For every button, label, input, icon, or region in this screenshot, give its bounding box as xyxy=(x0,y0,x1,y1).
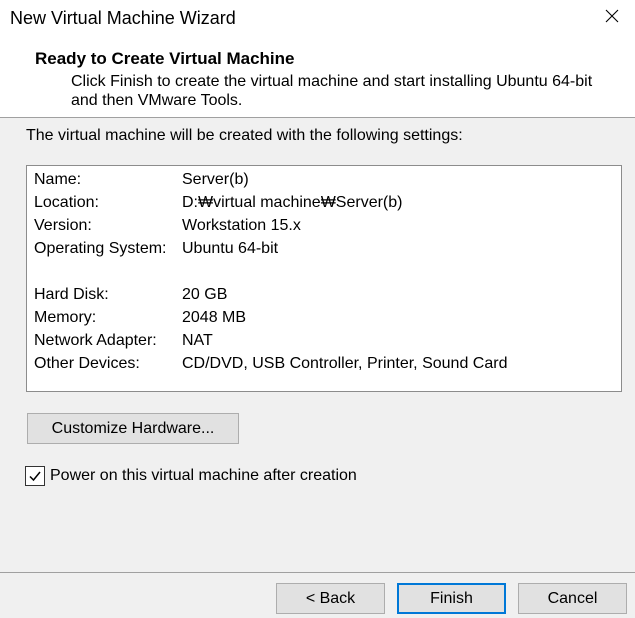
wizard-body: The virtual machine will be created with… xyxy=(0,118,635,572)
setting-value: NAT xyxy=(182,332,213,349)
page-description-line: Click Finish to create the virtual machi… xyxy=(71,73,593,90)
cancel-button[interactable]: Cancel xyxy=(518,583,627,614)
wizard-header: Ready to Create Virtual Machine Click Fi… xyxy=(0,38,635,117)
page-description: Click Finish to create the virtual machi… xyxy=(71,72,592,110)
setting-label: Name: xyxy=(34,171,82,188)
setting-value: Workstation 15.x xyxy=(182,217,301,234)
power-on-checkbox[interactable] xyxy=(25,466,45,486)
setting-label: Other Devices: xyxy=(34,355,140,372)
setting-value: D:₩virtual machine₩Server(b) xyxy=(182,194,403,211)
settings-row-hard-disk: Hard Disk: 20 GB xyxy=(34,283,621,306)
wizard-footer: < Back Finish Cancel xyxy=(0,573,635,618)
setting-value: 2048 MB xyxy=(182,309,247,326)
back-button[interactable]: < Back xyxy=(276,583,385,614)
settings-summary: Name: Server(b) Location: D:₩virtual mac… xyxy=(26,165,622,392)
wizard-window: New Virtual Machine Wizard Ready to Crea… xyxy=(0,0,635,618)
settings-row-name: Name: Server(b) xyxy=(34,168,621,191)
settings-row-operating-system: Operating System: Ubuntu 64-bit xyxy=(34,237,621,260)
customize-hardware-button[interactable]: Customize Hardware... xyxy=(27,413,239,444)
settings-group-general: Name: Server(b) Location: D:₩virtual mac… xyxy=(34,168,621,260)
setting-label: Network Adapter: xyxy=(34,332,157,349)
title-bar: New Virtual Machine Wizard xyxy=(0,0,635,38)
setting-label: Hard Disk: xyxy=(34,286,109,303)
close-icon xyxy=(605,9,619,23)
power-on-option[interactable]: Power on this virtual machine after crea… xyxy=(25,466,357,486)
settings-row-network-adapter: Network Adapter: NAT xyxy=(34,329,621,352)
settings-group-hardware: Hard Disk: 20 GB Memory: 2048 MB Network… xyxy=(34,283,621,375)
settings-row-memory: Memory: 2048 MB xyxy=(34,306,621,329)
settings-intro: The virtual machine will be created with… xyxy=(26,127,463,144)
settings-row-version: Version: Workstation 15.x xyxy=(34,214,621,237)
settings-row-other-devices: Other Devices: CD/DVD, USB Controller, P… xyxy=(34,352,621,375)
power-on-label[interactable]: Power on this virtual machine after crea… xyxy=(50,466,357,486)
setting-label: Operating System: xyxy=(34,240,167,257)
setting-value: CD/DVD, USB Controller, Printer, Sound C… xyxy=(182,355,508,372)
setting-value: Ubuntu 64-bit xyxy=(182,240,279,257)
close-button[interactable] xyxy=(589,0,635,32)
setting-label: Version: xyxy=(34,217,92,234)
checkmark-icon xyxy=(29,471,41,482)
window-title: New Virtual Machine Wizard xyxy=(10,8,236,28)
setting-label: Location: xyxy=(34,194,99,211)
finish-button[interactable]: Finish xyxy=(397,583,506,614)
page-title: Ready to Create Virtual Machine xyxy=(35,49,295,68)
setting-value: 20 GB xyxy=(182,286,228,303)
setting-label: Memory: xyxy=(34,309,97,326)
page-description-line: and then VMware Tools. xyxy=(71,92,243,109)
setting-value: Server(b) xyxy=(182,171,249,188)
settings-row-location: Location: D:₩virtual machine₩Server(b) xyxy=(34,191,621,214)
